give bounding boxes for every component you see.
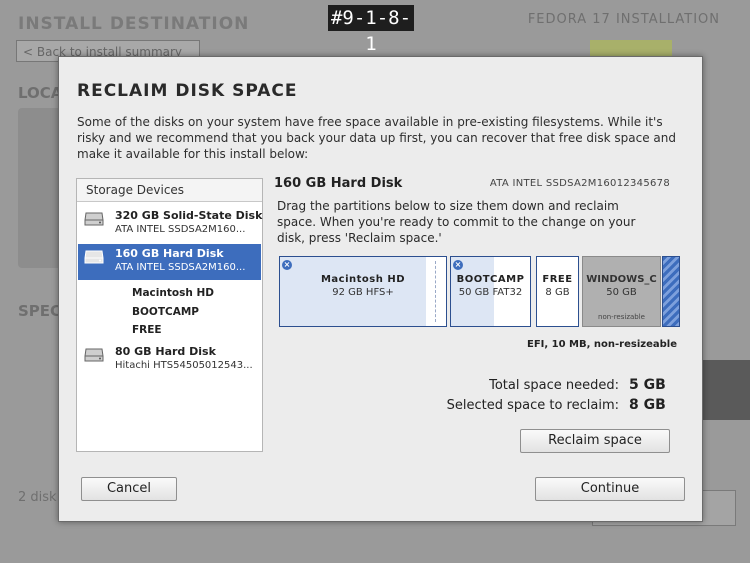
device-model: Hitachi HTS54505012543... bbox=[115, 360, 253, 371]
space-reclaim-row: Selected space to reclaim: 8 GB bbox=[447, 397, 667, 413]
resize-handle[interactable] bbox=[435, 261, 436, 322]
partition-free[interactable]: FREE 8 GB bbox=[536, 256, 579, 327]
local-disks-heading: LOCA bbox=[18, 84, 63, 102]
remove-partition-icon[interactable]: × bbox=[282, 260, 292, 270]
hard-disk-icon bbox=[84, 348, 104, 362]
space-needed-value: 5 GB bbox=[629, 377, 666, 393]
space-needed-row: Total space needed: 5 GB bbox=[489, 377, 667, 393]
partition-macintosh-hd[interactable]: × Macintosh HD 92 GB HFS+ bbox=[279, 256, 447, 327]
non-resizable-note: non-resizable bbox=[598, 313, 645, 321]
partition-name: Macintosh HD bbox=[320, 274, 406, 285]
partition-detail: 50 GB FAT32 bbox=[458, 287, 523, 298]
device-item-160gb[interactable]: 160 GB Hard Disk ATA INTEL SSDSA2M160... bbox=[78, 244, 261, 280]
reclaim-space-button[interactable]: Reclaim space bbox=[520, 429, 670, 453]
partition-name: WINDOWS_C bbox=[586, 274, 657, 285]
remove-partition-icon[interactable]: × bbox=[453, 260, 463, 270]
space-needed-label: Total space needed: bbox=[489, 378, 619, 393]
partition-detail: 8 GB bbox=[545, 287, 570, 298]
efi-label: EFI, 10 MB, non-resizeable bbox=[527, 339, 677, 350]
hard-disk-icon bbox=[84, 250, 104, 264]
continue-button[interactable]: Continue bbox=[535, 477, 685, 501]
partition-bootcamp[interactable]: × BOOTCAMP 50 GB FAT32 bbox=[450, 256, 531, 327]
partition-name: BOOTCAMP bbox=[456, 274, 525, 285]
page-title: INSTALL DESTINATION bbox=[18, 14, 250, 34]
device-name: 160 GB Hard Disk bbox=[115, 247, 224, 260]
efi-partition bbox=[662, 256, 680, 327]
partition-detail: 50 GB bbox=[606, 287, 637, 298]
storage-device-list: Storage Devices 320 GB Solid-State Disk … bbox=[76, 178, 263, 452]
selected-disk-title: 160 GB Hard Disk bbox=[274, 176, 403, 191]
partition-list-item[interactable]: FREE bbox=[132, 324, 162, 336]
device-model: ATA INTEL SSDSA2M160... bbox=[115, 224, 246, 235]
device-item-80gb[interactable]: 80 GB Hard Disk Hitachi HTS54505012543..… bbox=[78, 342, 261, 378]
partition-list-item[interactable]: Macintosh HD bbox=[132, 287, 214, 299]
product-title: FEDORA 17 INSTALLATION bbox=[527, 12, 720, 27]
background-panel bbox=[702, 360, 750, 420]
device-item-320gb[interactable]: 320 GB Solid-State Disk ATA INTEL SSDSA2… bbox=[78, 206, 263, 242]
hard-disk-icon bbox=[84, 212, 104, 226]
dialog-intro: Some of the disks on your system have fr… bbox=[77, 115, 676, 161]
partition-detail: 92 GB HFS+ bbox=[332, 287, 394, 298]
partition-list-item[interactable]: BOOTCAMP bbox=[132, 306, 199, 318]
specialized-disks-heading: SPEC bbox=[18, 302, 62, 320]
disk-count-text: 2 disk bbox=[18, 490, 57, 505]
watermark-label: #9-1-8-1 bbox=[328, 5, 414, 55]
device-model: ATA INTEL SSDSA2M160... bbox=[115, 262, 246, 273]
selected-disk-model: ATA INTEL SSDSA2M16012345678 bbox=[489, 178, 670, 189]
reclaim-dialog: RECLAIM DISK SPACE Some of the disks on … bbox=[58, 56, 703, 522]
partition-name: FREE bbox=[542, 274, 573, 285]
device-name: 320 GB Solid-State Disk bbox=[115, 209, 263, 222]
space-reclaim-value: 8 GB bbox=[629, 397, 666, 413]
selected-disk-description: Drag the partitions below to size them d… bbox=[277, 199, 636, 245]
cancel-button[interactable]: Cancel bbox=[81, 477, 177, 501]
storage-devices-header: Storage Devices bbox=[77, 179, 262, 202]
device-name: 80 GB Hard Disk bbox=[115, 345, 216, 358]
dialog-title: RECLAIM DISK SPACE bbox=[77, 81, 298, 101]
space-reclaim-label: Selected space to reclaim: bbox=[446, 398, 619, 413]
partition-windows-c: WINDOWS_C 50 GB non-resizable bbox=[582, 256, 661, 327]
